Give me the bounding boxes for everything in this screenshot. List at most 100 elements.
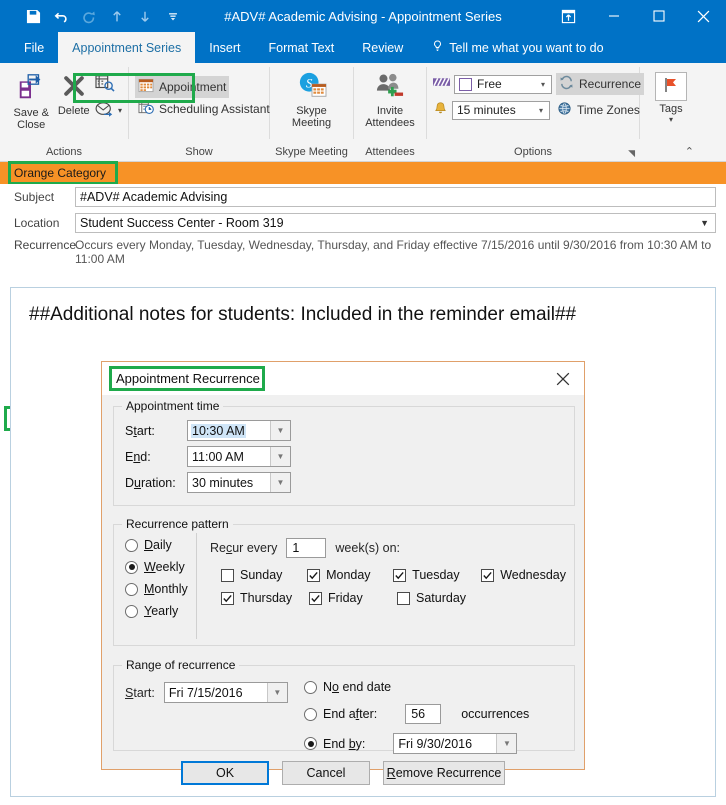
forward-chevron-down-icon[interactable]: ▾ [118, 106, 122, 115]
show-as-value: Free [477, 77, 502, 91]
radio-monthly-indicator [125, 582, 138, 596]
checkbox-friday[interactable]: Friday [309, 591, 397, 605]
invite-attendees-label: Invite Attendees [365, 105, 415, 129]
tab-format-text[interactable]: Format Text [255, 32, 349, 63]
recurrence-button[interactable]: Recurrence [556, 73, 645, 95]
tags-button[interactable]: Tags ▾ [646, 68, 696, 124]
show-as-icon [433, 76, 450, 93]
ribbon-display-options-icon[interactable] [546, 0, 591, 32]
cancel-button-label: Cancel [306, 766, 346, 780]
ok-button[interactable]: OK [181, 761, 269, 785]
duration-chevron-down-icon[interactable]: ▼ [270, 473, 290, 492]
delete-button[interactable]: Delete [52, 68, 94, 117]
recur-every-input[interactable]: 1 [286, 538, 327, 558]
radio-weekly-label: Weekly [144, 560, 185, 574]
recurrence-summary-label: Recurrence [14, 238, 77, 252]
previous-item-icon[interactable] [104, 4, 130, 28]
ribbon-group-show: Appointment Scheduling Assistant Show [129, 63, 270, 161]
duration-combobox[interactable]: 30 minutes ▼ [187, 472, 291, 493]
location-chevron-down-icon[interactable]: ▼ [700, 218, 711, 228]
subject-label: Subject [14, 190, 55, 204]
subject-row: Subject #ADV# Academic Advising [0, 184, 726, 210]
start-time-chevron-down-icon[interactable]: ▼ [270, 421, 290, 440]
scheduling-assistant-button[interactable]: Scheduling Assistant [135, 98, 273, 120]
radio-yearly[interactable]: Yearly [125, 604, 195, 618]
radio-end-by[interactable]: End by: Fri 9/30/2016 ▼ [304, 733, 529, 754]
end-by-chevron-down-icon[interactable]: ▼ [496, 734, 517, 753]
appointment-label: Appointment [159, 80, 227, 94]
lightbulb-icon [431, 39, 444, 56]
subject-value: #ADV# Academic Advising [80, 190, 228, 204]
delete-x-icon [60, 72, 88, 103]
scheduling-assistant-icon [138, 100, 154, 118]
checkbox-tuesday-label: Tuesday [412, 568, 460, 582]
ribbon-group-skype-meeting: S Skype Meeting Skype Meeting [270, 63, 353, 161]
remove-recurrence-button[interactable]: Remove Recurrence [383, 761, 505, 785]
forward-button[interactable]: ▾ [95, 101, 122, 120]
checkbox-saturday[interactable]: Saturday [397, 591, 487, 605]
next-item-icon[interactable] [132, 4, 158, 28]
show-as-chevron-down-icon[interactable]: ▾ [535, 80, 551, 89]
range-start-combobox[interactable]: Fri 7/15/2016 ▼ [163, 682, 288, 703]
show-as-dropdown[interactable]: Free ▾ [454, 74, 552, 94]
end-time-combobox[interactable]: 11:00 AM ▼ [187, 446, 291, 467]
close-icon[interactable] [681, 0, 726, 32]
start-time-combobox[interactable]: 10:30 AM ▼ [187, 420, 291, 441]
save-and-close-button[interactable]: Save & Close [10, 68, 52, 131]
minimize-icon[interactable] [591, 0, 636, 32]
checkbox-tuesday[interactable]: Tuesday [393, 568, 481, 582]
radio-weekly[interactable]: Weekly [125, 560, 195, 574]
tab-file[interactable]: File [10, 32, 58, 63]
checkbox-wednesday-box [481, 568, 495, 582]
appointment-button[interactable]: Appointment [135, 76, 230, 98]
save-icon[interactable] [20, 4, 46, 28]
checkbox-friday-box [309, 591, 322, 605]
find-related-button[interactable] [95, 74, 122, 95]
checkbox-monday[interactable]: Monday [307, 568, 393, 582]
category-bar[interactable]: Orange Category [0, 161, 726, 185]
checkbox-sunday[interactable]: Sunday [221, 568, 307, 582]
subject-input[interactable]: #ADV# Academic Advising [75, 187, 716, 207]
end-by-combobox[interactable]: Fri 9/30/2016 ▼ [393, 733, 518, 754]
end-time-chevron-down-icon[interactable]: ▼ [270, 447, 290, 466]
range-start-chevron-down-icon[interactable]: ▼ [266, 683, 287, 702]
scheduling-assistant-label: Scheduling Assistant [159, 102, 270, 116]
dialog-close-icon[interactable] [552, 368, 574, 390]
forward-envelope-icon [95, 101, 115, 120]
appointment-calendar-icon [138, 78, 154, 96]
location-input[interactable]: Student Success Center - Room 319 ▼ [75, 213, 716, 233]
title-bar: #ADV# Academic Advising - Appointment Se… [0, 0, 726, 32]
radio-no-end-date[interactable]: No end date [304, 680, 529, 694]
tab-insert[interactable]: Insert [195, 32, 254, 63]
checkbox-wednesday[interactable]: Wednesday [481, 568, 566, 582]
pattern-divider [196, 533, 197, 639]
skype-meeting-button[interactable]: S Skype Meeting [277, 68, 347, 129]
radio-monthly[interactable]: Monthly [125, 582, 195, 596]
customize-quick-access-toolbar-icon[interactable] [160, 4, 186, 28]
radio-end-after[interactable]: End after: 56 occurrences [304, 704, 529, 724]
invite-attendees-button[interactable]: Invite Attendees [360, 68, 420, 129]
tell-me-search[interactable]: Tell me what you want to do [417, 32, 617, 63]
reminder-chevron-down-icon[interactable]: ▾ [533, 106, 549, 115]
checkbox-thursday[interactable]: Thursday [221, 591, 309, 605]
tab-review[interactable]: Review [348, 32, 417, 63]
end-after-occurrences-input[interactable]: 56 [405, 704, 442, 724]
outlook-appointment-series-window: #ADV# Academic Advising - Appointment Se… [0, 0, 726, 805]
tags-chevron-down-icon[interactable]: ▾ [669, 115, 673, 124]
maximize-icon[interactable] [636, 0, 681, 32]
options-dialog-launcher-icon[interactable]: ◥ [628, 148, 635, 159]
radio-daily[interactable]: Daily [125, 538, 195, 552]
radio-weekly-indicator [125, 560, 138, 574]
radio-daily-indicator [125, 538, 138, 552]
undo-icon[interactable] [48, 4, 74, 28]
tab-appointment-series[interactable]: Appointment Series [58, 32, 196, 63]
ribbon-group-actions-label: Actions [45, 146, 83, 158]
tab-insert-label: Insert [209, 40, 241, 55]
collapse-ribbon-icon[interactable]: ⌃ [685, 145, 694, 158]
dialog-body: Appointment time Start: 10:30 AM ▼ End: [102, 395, 584, 785]
reminder-dropdown[interactable]: 15 minutes ▾ [452, 100, 550, 120]
time-zones-button[interactable]: Time Zones [554, 99, 643, 121]
dialog-title-bar: Appointment Recurrence [102, 362, 584, 395]
cancel-button[interactable]: Cancel [282, 761, 370, 785]
ribbon-tabs: File Appointment Series Insert Format Te… [0, 32, 726, 63]
